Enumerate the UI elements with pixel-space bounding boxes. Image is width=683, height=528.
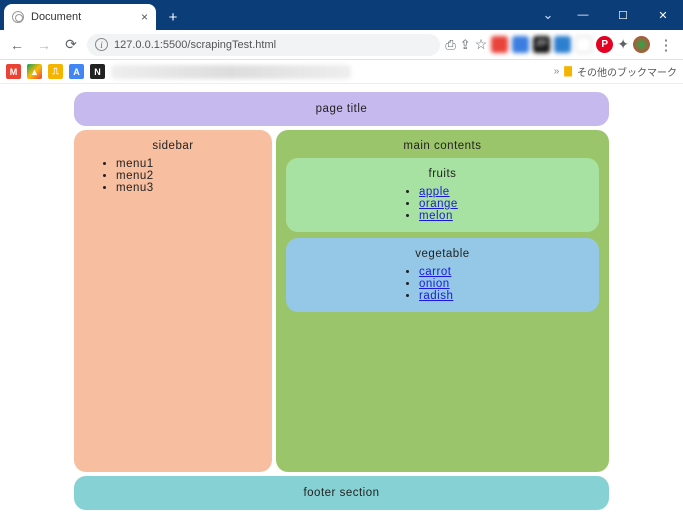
sidebar-menu: menu1 menu2 menu3	[116, 158, 258, 194]
translate-icon[interactable]: ⎙	[445, 37, 455, 53]
list-item: onion	[419, 278, 589, 290]
share-icon[interactable]: ⇪	[460, 37, 471, 53]
extension-icon[interactable]	[554, 36, 571, 53]
site-info-icon[interactable]: i	[95, 38, 108, 51]
close-icon[interactable]: ×	[141, 10, 148, 24]
sidebar-item[interactable]: menu1	[116, 158, 258, 170]
minimize-button[interactable]: —	[563, 0, 603, 30]
sidebar-item[interactable]: menu3	[116, 182, 258, 194]
section-heading: vegetable	[296, 248, 589, 260]
pinterest-icon[interactable]: P	[596, 36, 613, 53]
section-fruits: fruits apple orange melon	[286, 158, 599, 232]
footer-text: footer section	[303, 487, 379, 499]
list-item: carrot	[419, 266, 589, 278]
list-item: melon	[419, 210, 589, 222]
overflow-icon[interactable]: »	[554, 66, 560, 77]
link-apple[interactable]: apple	[419, 186, 450, 198]
reload-button[interactable]: ⟳	[60, 34, 82, 56]
link-melon[interactable]: melon	[419, 210, 453, 222]
page-viewport: page title sidebar menu1 menu2 menu3 mai…	[0, 84, 683, 528]
sidebar: sidebar menu1 menu2 menu3	[74, 130, 272, 472]
window-controls: ⌄ — ☐ ✕	[533, 0, 683, 30]
maximize-button[interactable]: ☐	[603, 0, 643, 30]
menu-button[interactable]: ⋮	[655, 36, 677, 54]
page-title: page title	[74, 92, 609, 126]
browser-tab[interactable]: Document ×	[4, 4, 156, 30]
bookmark-icon[interactable]: A	[69, 64, 84, 79]
section-heading: fruits	[296, 168, 589, 180]
extension-icon[interactable]	[491, 36, 508, 53]
new-tab-button[interactable]: +	[162, 6, 184, 28]
bookmark-icon[interactable]: M	[6, 64, 21, 79]
bookmarks-folder-label[interactable]: その他のブックマーク	[577, 64, 677, 79]
link-onion[interactable]: onion	[419, 278, 450, 290]
extension-icon[interactable]	[512, 36, 529, 53]
extension-icon[interactable]: f?	[533, 36, 550, 53]
tab-title: Document	[31, 11, 81, 23]
browser-toolbar: ← → ⟳ i 127.0.0.1:5500/scrapingTest.html…	[0, 30, 683, 60]
forward-button[interactable]: →	[33, 34, 55, 56]
section-vegetable: vegetable carrot onion radish	[286, 238, 599, 312]
address-bar[interactable]: i 127.0.0.1:5500/scrapingTest.html	[87, 34, 440, 56]
main-contents: main contents fruits apple orange melon …	[276, 130, 609, 472]
url-text: 127.0.0.1:5500/scrapingTest.html	[114, 39, 276, 51]
bookmark-items-blurred	[111, 65, 351, 79]
sidebar-heading: sidebar	[88, 140, 258, 152]
extensions-area: ⎙ ⇪ ☆ f? P ✦	[445, 36, 650, 53]
bookmarks-bar: M ▲ ⎍ A N » ▇ その他のブックマーク	[0, 60, 683, 84]
main-heading: main contents	[286, 140, 599, 152]
bookmark-icon[interactable]: N	[90, 64, 105, 79]
list-item: orange	[419, 198, 589, 210]
footer-section: footer section	[74, 476, 609, 510]
bookmark-icon[interactable]: ▲	[27, 64, 42, 79]
chevron-down-icon[interactable]: ⌄	[533, 0, 563, 30]
bookmark-icon[interactable]: ⎍	[48, 64, 63, 79]
back-button[interactable]: ←	[6, 34, 28, 56]
sidebar-item[interactable]: menu2	[116, 170, 258, 182]
link-radish[interactable]: radish	[419, 290, 453, 302]
puzzle-icon[interactable]: ✦	[617, 36, 629, 53]
list-item: apple	[419, 186, 589, 198]
window-titlebar: Document × + ⌄ — ☐ ✕	[0, 0, 683, 30]
bookmark-star-icon[interactable]: ☆	[475, 36, 488, 53]
close-window-button[interactable]: ✕	[643, 0, 683, 30]
link-orange[interactable]: orange	[419, 198, 458, 210]
folder-icon: ▇	[564, 66, 572, 77]
link-carrot[interactable]: carrot	[419, 266, 451, 278]
page-title-text: page title	[316, 103, 368, 115]
list-item: radish	[419, 290, 589, 302]
globe-icon	[12, 11, 24, 23]
extension-icon[interactable]	[575, 36, 592, 53]
profile-avatar[interactable]	[633, 36, 650, 53]
